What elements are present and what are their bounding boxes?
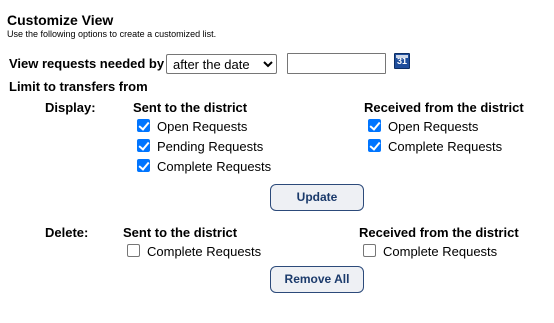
display-sent-open-checkbox[interactable]: [137, 119, 150, 132]
display-sent-complete-label: Complete Requests: [157, 159, 272, 174]
date-input[interactable]: [287, 53, 386, 74]
limit-transfers-label: Limit to transfers from: [9, 79, 148, 94]
delete-received-complete-label: Complete Requests: [383, 244, 498, 259]
delete-sent-complete-label: Complete Requests: [147, 244, 262, 259]
page-title: Customize View: [7, 12, 114, 28]
requests-needed-label: View requests needed by: [9, 56, 165, 71]
requests-needed-select[interactable]: after the date: [166, 54, 277, 74]
display-received-open-label: Open Requests: [388, 119, 479, 134]
remove-all-button[interactable]: Remove All: [270, 266, 364, 293]
delete-received-heading: Received from the district: [359, 225, 519, 240]
display-received-complete-label: Complete Requests: [388, 139, 503, 154]
delete-label: Delete:: [45, 225, 89, 240]
display-received-heading: Received from the district: [364, 100, 524, 115]
page-subtitle: Use the following options to create a cu…: [7, 29, 217, 39]
display-sent-open-label: Open Requests: [157, 119, 248, 134]
display-received-complete-checkbox[interactable]: [368, 139, 381, 152]
delete-sent-complete-checkbox[interactable]: [127, 244, 140, 257]
display-label: Display:: [45, 100, 96, 115]
display-sent-complete-checkbox[interactable]: [137, 159, 150, 172]
display-received-open-checkbox[interactable]: [368, 119, 381, 132]
update-button[interactable]: Update: [270, 184, 364, 211]
display-sent-pending-checkbox[interactable]: [137, 139, 150, 152]
delete-received-complete-checkbox[interactable]: [363, 244, 376, 257]
delete-sent-heading: Sent to the district: [123, 225, 238, 240]
display-sent-pending-label: Pending Requests: [157, 139, 264, 154]
display-sent-heading: Sent to the district: [133, 100, 248, 115]
calendar-icon[interactable]: 31: [394, 53, 410, 69]
